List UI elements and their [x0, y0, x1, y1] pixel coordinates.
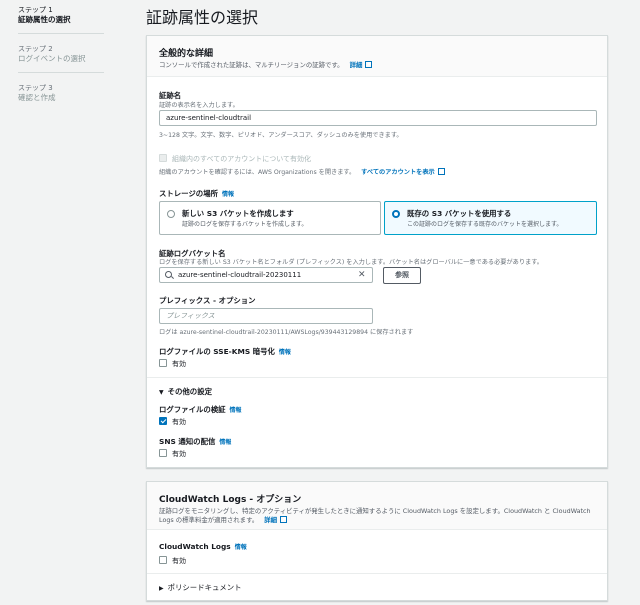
bucket-name-input[interactable]: azure-sentinel-cloudtrail-20230111 — [159, 267, 373, 283]
cloudwatch-logs-text: CloudWatch Logs — [159, 542, 231, 551]
panel-description-text: コンソールで作成された証跡は、マルチリージョンの証跡です。 — [159, 61, 344, 69]
existing-bucket-desc: この証跡のログを保存する既存のバケットを選択します。 — [407, 221, 563, 228]
step-2-number: ステップ 2 — [18, 45, 53, 53]
step-1-number: ステップ 1 — [18, 6, 53, 14]
storage-location-text: ストレージの場所 — [159, 189, 218, 198]
cloudwatch-enabled-label: 有効 — [172, 557, 186, 565]
sns-enabled-label: 有効 — [172, 450, 186, 458]
external-link-icon[interactable] — [280, 516, 288, 523]
log-validation-text: ログファイルの検証 — [159, 405, 226, 414]
trail-name-hint: 証跡の表示名を入力します。 — [159, 102, 239, 109]
panel-title: 全般的な詳細 — [159, 49, 214, 59]
panel-description: コンソールで作成された証跡は、マルチリージョンの証跡です。 詳細 — [159, 60, 373, 69]
other-settings-expander[interactable]: ▼ その他の設定 — [159, 386, 212, 397]
sns-label: SNS 通知の配信 情報 — [159, 436, 231, 447]
prefix-label: プレフィックス - オプション — [159, 296, 256, 305]
external-link-icon[interactable] — [437, 168, 445, 175]
step-3-number: ステップ 3 — [18, 84, 53, 92]
cloudwatch-details-link[interactable]: 詳細 — [264, 516, 277, 524]
cloudwatch-info-link[interactable]: 情報 — [235, 544, 247, 551]
new-bucket-desc: 証跡のログを保存するバケットを作成します。 — [182, 221, 308, 228]
cloudwatch-desc-line2-text: Logs の標準料金が適用されます。 — [159, 516, 259, 524]
step-3[interactable]: ステップ 3 確認と作成 — [18, 84, 104, 103]
step-divider — [18, 72, 104, 73]
cloudwatch-panel-header: CloudWatch Logs - オプション 証跡ログをモニタリングし、特定の… — [147, 482, 607, 530]
cloudwatch-logs-label: CloudWatch Logs 情報 — [159, 542, 247, 551]
general-details-panel: 全般的な詳細 コンソールで作成された証跡は、マルチリージョンの証跡です。 詳細 … — [146, 35, 608, 468]
step-2-label: ログイベントの選択 — [18, 54, 86, 63]
cloudwatch-logs-panel: CloudWatch Logs - オプション 証跡ログをモニタリングし、特定の… — [146, 481, 608, 601]
other-settings-label: その他の設定 — [167, 387, 212, 396]
section-divider — [147, 377, 607, 378]
log-validation-info-link[interactable]: 情報 — [230, 407, 242, 414]
browse-button[interactable]: 参照 — [383, 267, 421, 284]
prefix-hint: ログは azure-sentinel-cloudtrail-20230111/A… — [159, 329, 414, 336]
sse-kms-text: ログファイルの SSE-KMS 暗号化 — [159, 347, 275, 356]
caret-right-icon: ▶ — [159, 585, 164, 592]
org-enable-label: 組織内のすべてのアカウントについて有効化 — [172, 155, 312, 163]
clear-icon[interactable]: ✕ — [358, 270, 366, 280]
bucket-name-hint: ログを保存する新しい S3 バケット名とフォルダ (プレフィックス) を入力しま… — [159, 259, 543, 266]
log-validation-enabled-label: 有効 — [172, 418, 186, 426]
prefix-input[interactable]: プレフィックス — [159, 308, 373, 324]
caret-down-icon: ▼ — [159, 389, 164, 396]
policy-document-label: ポリシードキュメント — [167, 583, 242, 592]
policy-document-expander[interactable]: ▶ ポリシードキュメント — [159, 582, 242, 593]
existing-bucket-radio[interactable] — [392, 210, 400, 218]
sns-info-link[interactable]: 情報 — [219, 439, 231, 446]
log-validation-label: ログファイルの検証 情報 — [159, 404, 242, 415]
step-1-label: 証跡属性の選択 — [18, 15, 71, 24]
sse-kms-label: ログファイルの SSE-KMS 暗号化 情報 — [159, 346, 291, 357]
trail-name-input[interactable]: azure-sentinel-cloudtrail — [159, 110, 597, 126]
step-divider — [18, 33, 104, 34]
existing-bucket-title: 既存の S3 バケットを使用する — [407, 209, 512, 218]
step-1[interactable]: ステップ 1 証跡属性の選択 — [18, 6, 104, 25]
storage-info-link[interactable]: 情報 — [222, 191, 234, 198]
new-bucket-title: 新しい S3 バケットを作成します — [182, 209, 294, 218]
new-bucket-radio[interactable] — [167, 210, 175, 218]
sse-kms-info-link[interactable]: 情報 — [279, 349, 291, 356]
cloudwatch-panel-title: CloudWatch Logs - オプション — [159, 495, 302, 505]
page-title: 証跡属性の選択 — [146, 8, 259, 27]
panel-header: 全般的な詳細 コンソールで作成された証跡は、マルチリージョンの証跡です。 詳細 — [147, 36, 607, 77]
sns-text: SNS 通知の配信 — [159, 437, 216, 446]
cloudwatch-checkbox[interactable] — [159, 556, 167, 564]
cloudwatch-desc-line1: 証跡ログをモニタリングし、特定のアクティビティが発生したときに通知するように C… — [159, 507, 591, 515]
org-hint: 組織のアカウントを確認するには、AWS Organizations を開きます。… — [159, 167, 445, 176]
sse-kms-enabled-label: 有効 — [172, 360, 186, 368]
storage-location-label: ストレージの場所 情報 — [159, 188, 234, 199]
section-divider — [147, 573, 607, 574]
step-2[interactable]: ステップ 2 ログイベントの選択 — [18, 45, 104, 64]
external-link-icon[interactable] — [365, 61, 373, 68]
org-hint-text: 組織のアカウントを確認するには、AWS Organizations を開きます。 — [159, 169, 356, 176]
bucket-name-value: azure-sentinel-cloudtrail-20230111 — [178, 271, 302, 279]
existing-s3-bucket-tile[interactable]: 既存の S3 バケットを使用する この証跡のログを保存する既存のバケットを選択し… — [384, 201, 597, 235]
log-validation-checkbox[interactable] — [159, 417, 167, 425]
view-all-accounts-link[interactable]: すべてのアカウントを表示 — [361, 169, 435, 176]
details-link[interactable]: 詳細 — [350, 61, 363, 69]
cloudwatch-desc-line2: Logs の標準料金が適用されます。 詳細 — [159, 515, 288, 524]
new-s3-bucket-tile[interactable]: 新しい S3 バケットを作成します 証跡のログを保存するバケットを作成します。 — [159, 201, 381, 235]
search-icon — [165, 271, 172, 278]
sse-kms-checkbox[interactable] — [159, 359, 167, 367]
step-3-label: 確認と作成 — [18, 93, 56, 102]
org-enable-checkbox[interactable] — [159, 154, 167, 162]
trail-name-constraint: 3~128 文字。文字、数字、ピリオド、アンダースコア、ダッシュのみを使用できま… — [159, 132, 403, 139]
sns-checkbox[interactable] — [159, 449, 167, 457]
